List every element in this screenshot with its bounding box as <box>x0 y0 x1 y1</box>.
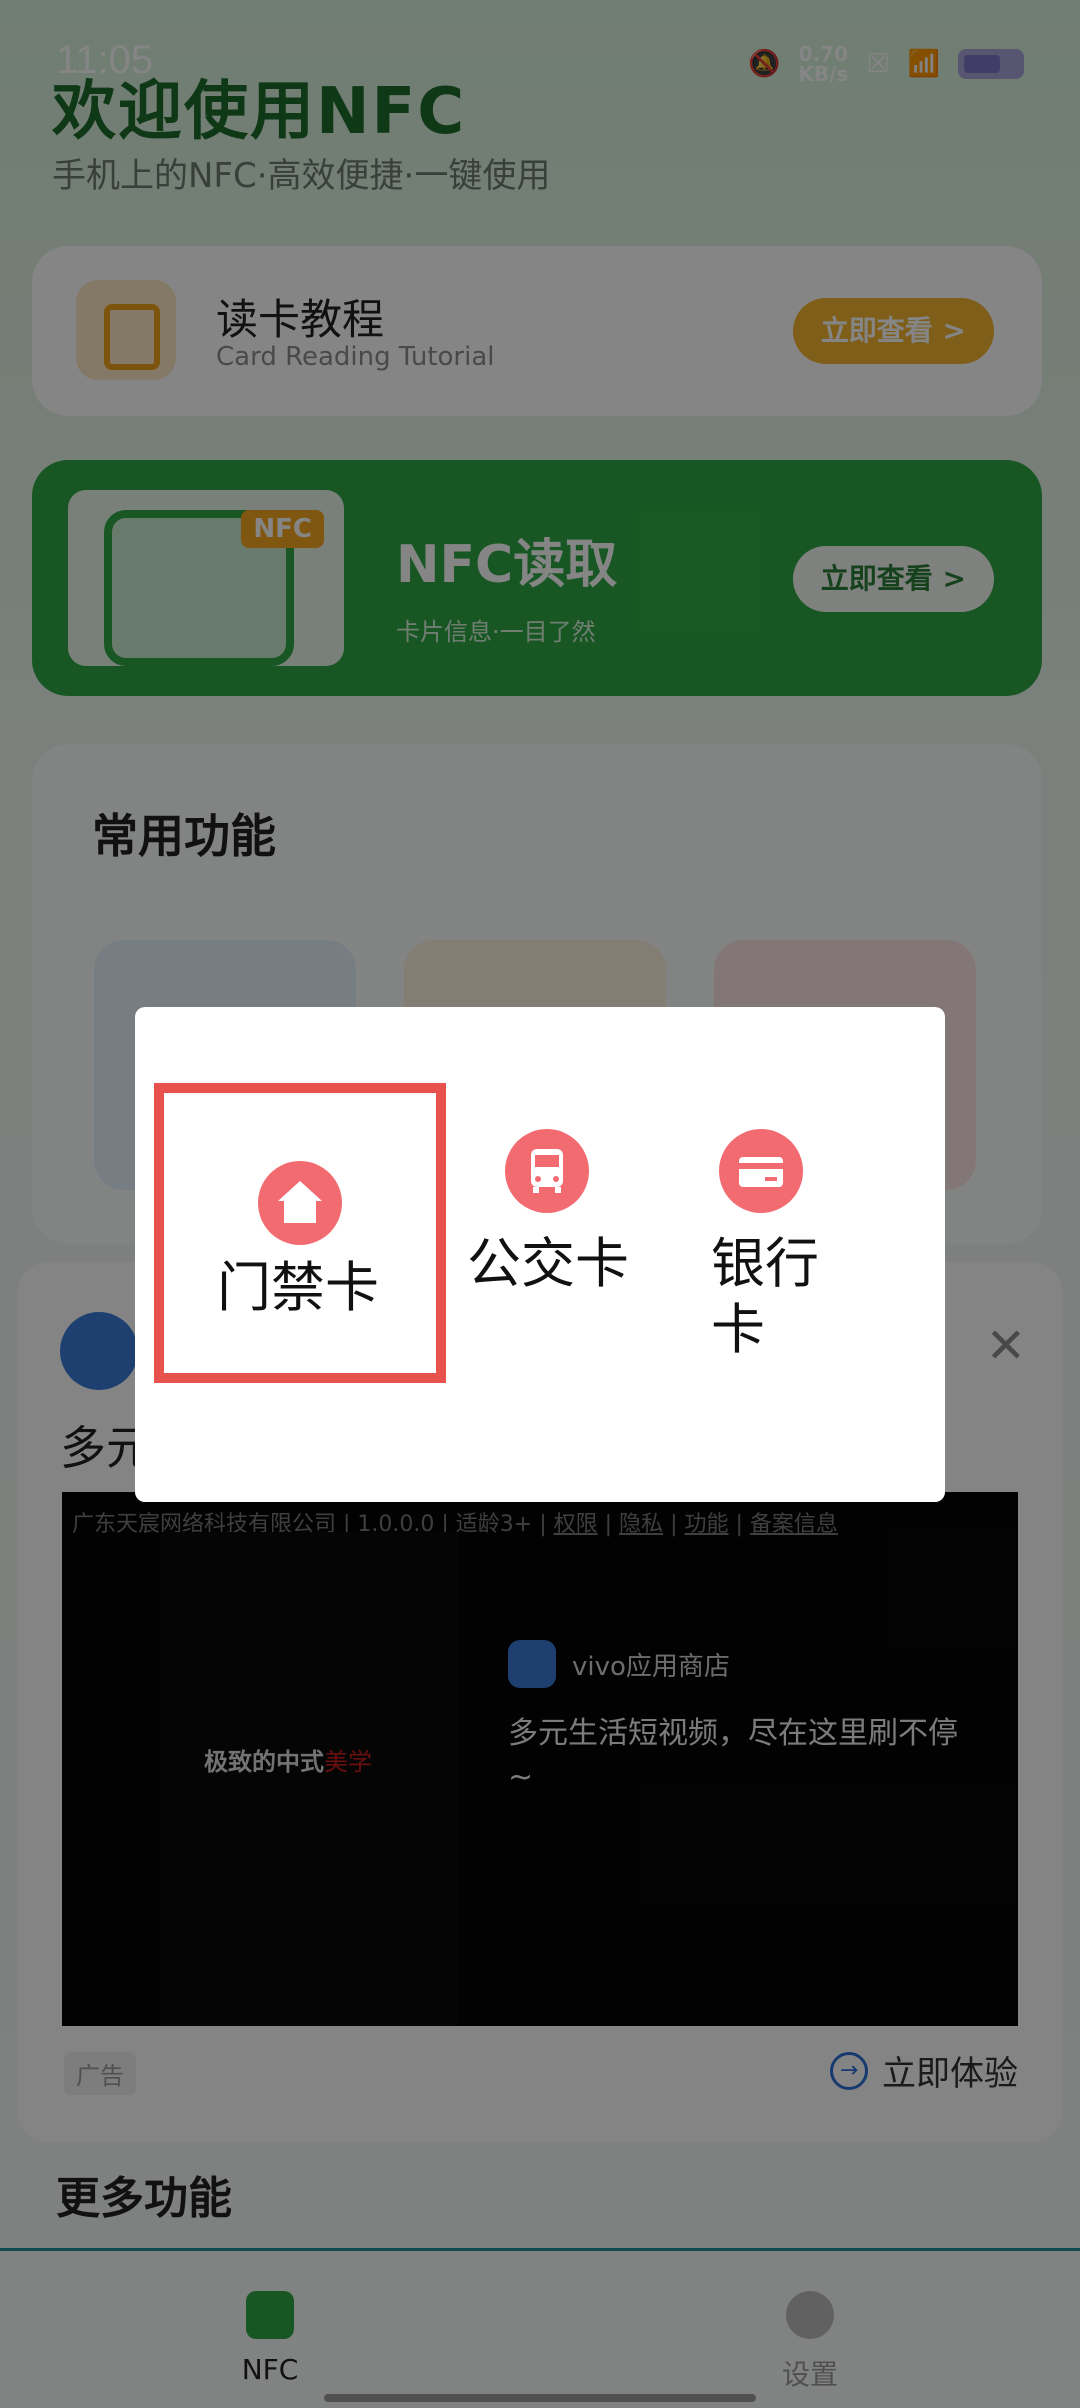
card-type-dialog: 门禁卡 公交卡 银行卡 <box>135 1007 945 1502</box>
option-access-card[interactable]: 门禁卡 <box>217 1161 379 1321</box>
bus-icon <box>505 1129 589 1213</box>
bank-card-icon <box>719 1129 803 1213</box>
option-bank-card[interactable]: 银行卡 <box>711 1129 821 1363</box>
option-bus-card[interactable]: 公交卡 <box>467 1129 629 1297</box>
home-icon <box>258 1161 342 1245</box>
